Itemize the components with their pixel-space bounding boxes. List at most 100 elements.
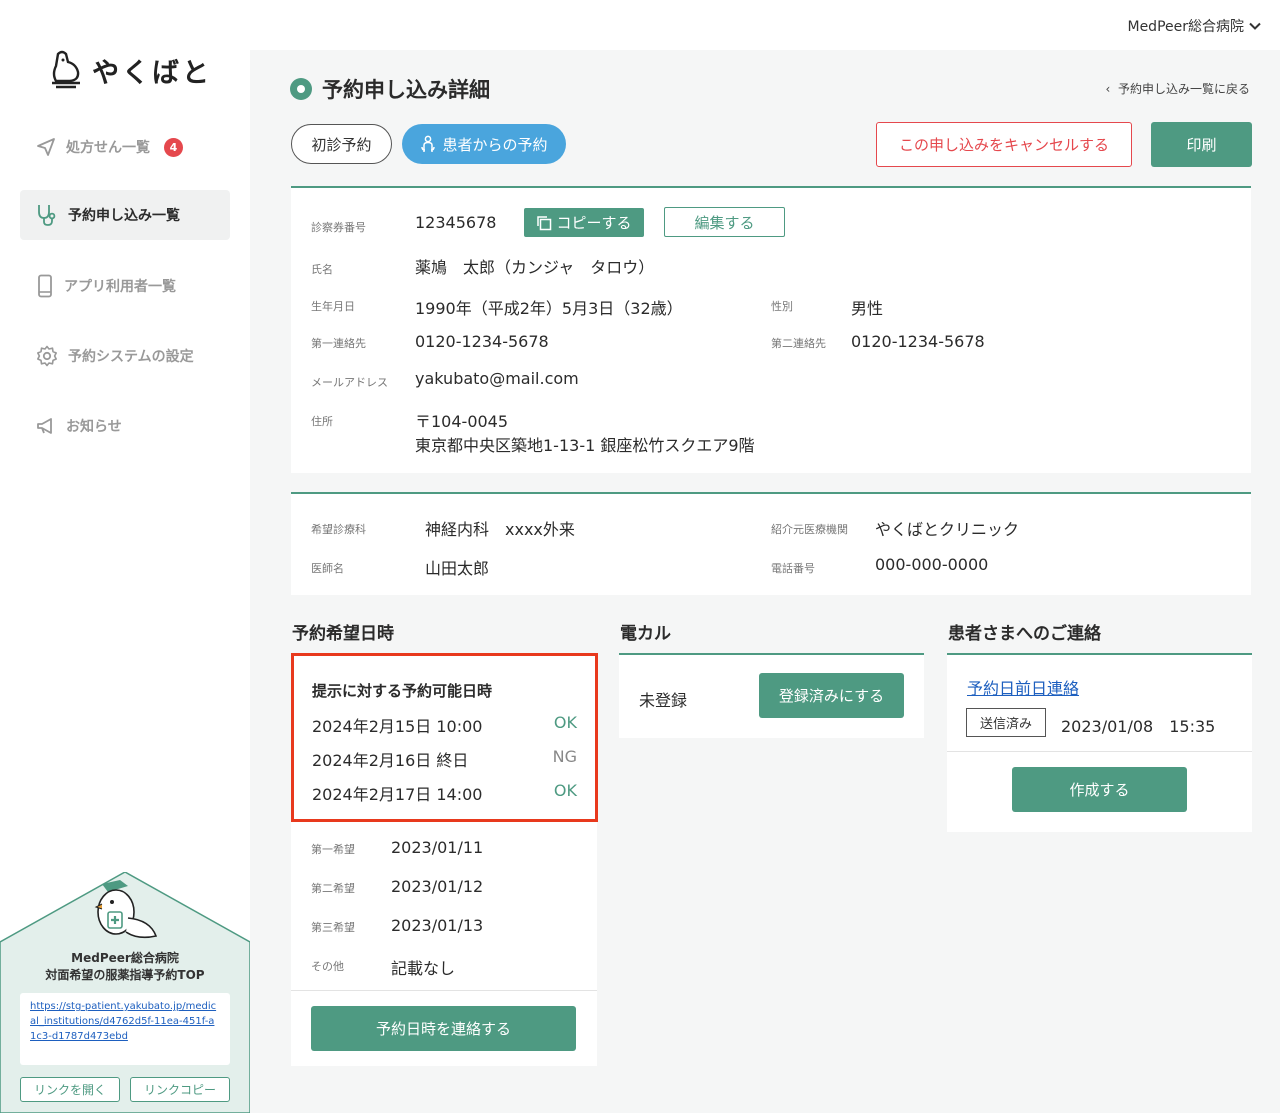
gear-icon	[37, 345, 57, 367]
phone-label: 電話番号	[771, 562, 815, 575]
pref-label: その他	[311, 960, 344, 973]
promo-url-link[interactable]: https://stg-patient.yakubato.jp/medical_…	[20, 993, 230, 1065]
logo[interactable]: やくばと	[48, 50, 212, 90]
first-visit-tag: 初診予約	[291, 124, 392, 164]
dob-value: 1990年（平成2年）5月3日（32歳）	[415, 299, 683, 318]
promo-hospital-name: MedPeer総合病院	[71, 951, 179, 965]
stethoscope-icon	[38, 205, 56, 226]
referrer-label: 紹介元医療機関	[771, 523, 848, 536]
divider	[947, 751, 1252, 752]
promo-title: MedPeer総合病院 対面希望の服薬指導予約TOP	[0, 950, 250, 984]
copy-button[interactable]: コピーする	[524, 208, 644, 237]
pref-label: 第三希望	[311, 921, 355, 934]
back-link-text: 予約申し込み一覧に戻る	[1117, 82, 1250, 96]
available-slots-box: 提示に対する予約可能日時 2024年2月15日 10:00 OK 2024年2月…	[291, 653, 598, 822]
back-to-list-link[interactable]: ‹ 予約申し込み一覧に戻る	[1106, 80, 1250, 97]
sent-datetime: 2023/01/08 15:35	[1061, 717, 1216, 736]
promo-subtitle: 対面希望の服薬指導予約TOP	[45, 968, 205, 982]
day-before-notice-link[interactable]: 予約日前日連絡	[967, 675, 1079, 699]
name-label: 氏名	[311, 263, 333, 276]
pref-label: 第一希望	[311, 843, 355, 856]
contact-schedule-button[interactable]: 予約日時を連絡する	[311, 1006, 576, 1051]
slot-date: 2024年2月17日 14:00	[312, 785, 483, 804]
sidebar-item-news[interactable]: お知らせ	[20, 401, 230, 451]
pref-value: 2023/01/13	[391, 916, 484, 935]
pref-value: 2023/01/12	[391, 877, 484, 896]
page-title-text: 予約申し込み詳細	[322, 78, 490, 102]
open-link-button[interactable]: リンクを開く	[20, 1077, 120, 1102]
sidebar-item-prescriptions[interactable]: 処方せん一覧 4	[20, 122, 230, 172]
mark-registered-button[interactable]: 登録済みにする	[759, 673, 904, 718]
notice-heading: 患者さまへのご連絡	[948, 624, 1101, 644]
name-value: 薬鳩 太郎（カンジャ タロウ）	[415, 258, 655, 277]
megaphone-icon	[37, 418, 52, 434]
available-slots-title: 提示に対する予約可能日時	[312, 682, 493, 700]
ekaru-status: 未登録	[639, 691, 688, 710]
cancel-reservation-button[interactable]: この申し込みをキャンセルする	[876, 122, 1132, 167]
edit-button[interactable]: 編集する	[664, 207, 785, 237]
tel1-label: 第一連絡先	[311, 337, 366, 350]
sidebar-item-label: 予約システムの設定	[68, 349, 194, 365]
pref-value: 2023/01/11	[391, 838, 484, 857]
pref-value: 記載なし	[391, 959, 456, 978]
count-badge: 4	[164, 137, 183, 157]
title-dot-icon	[290, 78, 312, 100]
logo-text: やくばと	[92, 57, 212, 89]
create-notice-button[interactable]: 作成する	[1012, 767, 1187, 812]
doctor-label: 医師名	[311, 562, 344, 575]
pref-label: 第二希望	[311, 882, 355, 895]
sent-status-badge: 送信済み	[966, 708, 1046, 737]
patient-icon	[421, 135, 436, 152]
chevron-down-icon	[1249, 22, 1261, 30]
sex-label: 性別	[771, 300, 793, 313]
mail-label: メールアドレス	[311, 376, 388, 389]
page-title: 予約申し込み詳細	[290, 74, 490, 104]
address-label: 住所	[311, 415, 333, 428]
divider	[291, 990, 597, 991]
ekaru-heading: 電カル	[620, 624, 671, 644]
tel2-label: 第二連絡先	[771, 337, 826, 350]
slot-date: 2024年2月15日 10:00	[312, 717, 483, 736]
mail-value: yakubato@mail.com	[415, 369, 579, 388]
sex-value: 男性	[851, 299, 884, 318]
dept-value: 神経内科 xxxx外来	[425, 520, 575, 539]
chevron-left-icon: ‹	[1105, 82, 1118, 96]
doctor-value: 山田太郎	[425, 559, 490, 578]
reservation-top-promo: MedPeer総合病院 対面希望の服薬指導予約TOP https://stg-p…	[0, 872, 250, 1113]
tel2-value: 0120-1234-5678	[851, 332, 985, 351]
sidebar-item-app-users[interactable]: アプリ利用者一覧	[20, 261, 230, 311]
phone-icon	[38, 274, 52, 298]
slot-status: OK	[553, 713, 577, 732]
print-button[interactable]: 印刷	[1151, 122, 1252, 167]
copy-button-label: コピーする	[556, 214, 632, 232]
copy-icon	[537, 215, 552, 230]
sidebar-item-label: お知らせ	[66, 419, 122, 435]
slot-status: OK	[553, 781, 577, 800]
sidebar-item-settings[interactable]: 予約システムの設定	[20, 331, 230, 381]
zip-value: 〒104-0045	[415, 412, 509, 431]
referrer-value: やくばとクリニック	[875, 520, 1020, 539]
patient-reservation-tag-label: 患者からの予約	[442, 135, 548, 154]
hospital-name: MedPeer総合病院	[1127, 19, 1244, 35]
pigeon-logo-icon	[52, 50, 80, 89]
sidebar: やくばと 処方せん一覧 4 予約申し込み一覧 アプリ利用者一覧 予約システムの設…	[0, 0, 250, 1113]
schedule-heading: 予約希望日時	[292, 624, 394, 644]
send-icon	[37, 138, 55, 156]
sidebar-item-label: 処方せん一覧	[66, 140, 150, 156]
pigeon-pharmacist-icon	[94, 880, 158, 939]
address-value: 東京都中央区築地1-13-1 銀座松竹スクエア9階	[415, 436, 755, 455]
dept-label: 希望診療科	[311, 523, 366, 536]
tel1-value: 0120-1234-5678	[415, 332, 549, 351]
copy-link-button[interactable]: リンクコピー	[130, 1077, 230, 1102]
card-number-label: 診察券番号	[311, 221, 366, 234]
slot-date: 2024年2月16日 終日	[312, 751, 469, 770]
medical-info-card	[291, 492, 1251, 595]
patient-reservation-tag: 患者からの予約	[402, 124, 566, 164]
card-number-value: 12345678	[415, 213, 497, 232]
sidebar-item-label: アプリ利用者一覧	[64, 279, 176, 295]
sidebar-item-label: 予約申し込み一覧	[68, 208, 180, 224]
dob-label: 生年月日	[311, 300, 355, 313]
sidebar-item-reservations[interactable]: 予約申し込み一覧	[20, 190, 230, 240]
hospital-selector[interactable]: MedPeer総合病院	[1127, 16, 1262, 36]
slot-status: NG	[552, 747, 577, 766]
